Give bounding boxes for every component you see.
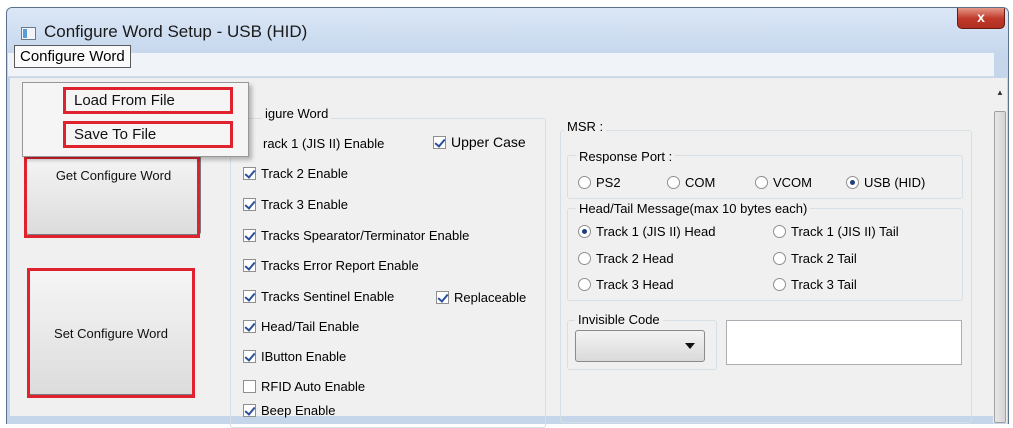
radio-label: Track 3 Head bbox=[596, 276, 674, 292]
response-port-label: Response Port : bbox=[576, 149, 676, 164]
checkbox-label: RFID Auto Enable bbox=[261, 378, 366, 394]
radio-label: VCOM bbox=[773, 174, 812, 190]
radio-circle bbox=[667, 175, 680, 189]
separator-terminator-checkbox[interactable]: Tracks Spearator/Terminator Enable bbox=[243, 225, 469, 245]
head-tail-label: Head/Tail Message(max 10 bytes each) bbox=[576, 201, 811, 216]
radio-label: PS2 bbox=[596, 174, 621, 190]
chevron-down-icon bbox=[685, 343, 695, 349]
track1-tail-radio[interactable]: Track 1 (JIS II) Tail bbox=[773, 221, 899, 241]
radio-label: Track 1 (JIS II) Head bbox=[596, 223, 716, 239]
beep-enable-checkbox[interactable]: Beep Enable bbox=[243, 400, 335, 420]
port-vcom-radio[interactable]: VCOM bbox=[755, 172, 812, 192]
port-ps2-radio[interactable]: PS2 bbox=[578, 172, 621, 192]
checkbox-label: Beep Enable bbox=[261, 402, 336, 418]
menu-configure-word[interactable]: Configure Word bbox=[14, 45, 131, 68]
track2-head-radio[interactable]: Track 2 Head bbox=[578, 248, 674, 268]
track1-enable-checkbox[interactable]: rack 1 (JIS II) Enable bbox=[245, 133, 384, 153]
checkbox-box bbox=[243, 349, 256, 363]
checkbox-label: Head/Tail Enable bbox=[261, 318, 360, 334]
close-button[interactable]: x bbox=[957, 8, 1005, 29]
checkbox-box bbox=[243, 166, 256, 180]
upper-case-checkbox[interactable]: Upper Case bbox=[433, 132, 526, 152]
radio-label: USB (HID) bbox=[864, 174, 926, 190]
checkbox-label: Upper Case bbox=[451, 134, 526, 150]
head-tail-enable-checkbox[interactable]: Head/Tail Enable bbox=[243, 316, 359, 336]
radio-circle bbox=[773, 277, 786, 291]
checkbox-box bbox=[243, 289, 256, 303]
configure-word-dropdown: Load From File Save To File bbox=[22, 82, 249, 157]
radio-label: Track 2 Tail bbox=[791, 250, 857, 266]
menu-item-save-to-file[interactable]: Save To File bbox=[63, 121, 233, 148]
radio-circle bbox=[773, 224, 786, 238]
rfid-auto-enable-checkbox[interactable]: RFID Auto Enable bbox=[243, 376, 365, 396]
radio-circle bbox=[773, 251, 786, 265]
checkbox-box bbox=[243, 258, 256, 272]
set-configure-word-label: Set Configure Word bbox=[54, 326, 168, 341]
menu-bar bbox=[8, 53, 994, 77]
set-configure-word-button[interactable]: Set Configure Word bbox=[27, 268, 195, 395]
radio-label: Track 3 Tail bbox=[791, 276, 857, 292]
configure-word-group-label: igure Word bbox=[262, 106, 332, 121]
replaceable-checkbox[interactable]: Replaceable bbox=[436, 287, 526, 307]
checkbox-label: Track 3 Enable bbox=[261, 196, 348, 212]
checkbox-box bbox=[243, 379, 256, 393]
checkbox-label: IButton Enable bbox=[261, 348, 347, 364]
track2-enable-checkbox[interactable]: Track 2 Enable bbox=[243, 163, 348, 183]
track3-head-radio[interactable]: Track 3 Head bbox=[578, 274, 674, 294]
get-configure-word-button[interactable]: Get Configure Word bbox=[26, 150, 201, 235]
msr-group-label: MSR : bbox=[564, 119, 607, 134]
scroll-thumb[interactable] bbox=[994, 111, 1006, 423]
port-usb-hid-radio[interactable]: USB (HID) bbox=[846, 172, 925, 192]
sentinel-enable-checkbox[interactable]: Tracks Sentinel Enable bbox=[243, 286, 394, 306]
window-title: Configure Word Setup - USB (HID) bbox=[44, 22, 308, 41]
checkbox-box bbox=[243, 228, 256, 242]
checkbox-label: Tracks Error Report Enable bbox=[261, 257, 419, 273]
radio-circle bbox=[578, 251, 591, 265]
invisible-code-label: Invisible Code bbox=[575, 312, 663, 327]
radio-circle bbox=[755, 175, 768, 189]
app-icon bbox=[21, 27, 36, 40]
radio-label: Track 2 Head bbox=[596, 250, 674, 266]
get-configure-word-label: Get Configure Word bbox=[55, 168, 172, 183]
error-report-checkbox[interactable]: Tracks Error Report Enable bbox=[243, 255, 419, 275]
scroll-up-icon[interactable]: ▲ bbox=[993, 88, 1007, 98]
radio-label: Track 1 (JIS II) Tail bbox=[791, 223, 899, 239]
checkbox-box bbox=[243, 197, 256, 211]
radio-circle bbox=[846, 175, 859, 189]
checkbox-box bbox=[433, 135, 446, 149]
radio-circle bbox=[578, 224, 591, 238]
port-com-radio[interactable]: COM bbox=[667, 172, 715, 192]
track3-tail-radio[interactable]: Track 3 Tail bbox=[773, 274, 857, 294]
track1-head-radio[interactable]: Track 1 (JIS II) Head bbox=[578, 221, 715, 241]
vertical-scrollbar[interactable]: ▲ bbox=[993, 78, 1007, 423]
track2-tail-radio[interactable]: Track 2 Tail bbox=[773, 248, 857, 268]
checkbox-label: Tracks Spearator/Terminator Enable bbox=[261, 227, 470, 243]
checkbox-box bbox=[243, 319, 256, 333]
radio-label: COM bbox=[685, 174, 716, 190]
invisible-code-select[interactable] bbox=[575, 330, 705, 362]
checkbox-label: rack 1 (JIS II) Enable bbox=[263, 135, 385, 151]
radio-circle bbox=[578, 277, 591, 291]
checkbox-label: Replaceable bbox=[454, 289, 527, 305]
checkbox-label: Tracks Sentinel Enable bbox=[261, 288, 395, 304]
invisible-code-input[interactable] bbox=[726, 320, 962, 365]
menu-item-load-from-file[interactable]: Load From File bbox=[63, 87, 233, 114]
track3-enable-checkbox[interactable]: Track 3 Enable bbox=[243, 194, 348, 214]
checkbox-label: Track 2 Enable bbox=[261, 165, 348, 181]
ibutton-enable-checkbox[interactable]: IButton Enable bbox=[243, 346, 346, 366]
checkbox-box bbox=[436, 290, 449, 304]
radio-circle bbox=[578, 175, 591, 189]
checkbox-box bbox=[243, 403, 256, 417]
